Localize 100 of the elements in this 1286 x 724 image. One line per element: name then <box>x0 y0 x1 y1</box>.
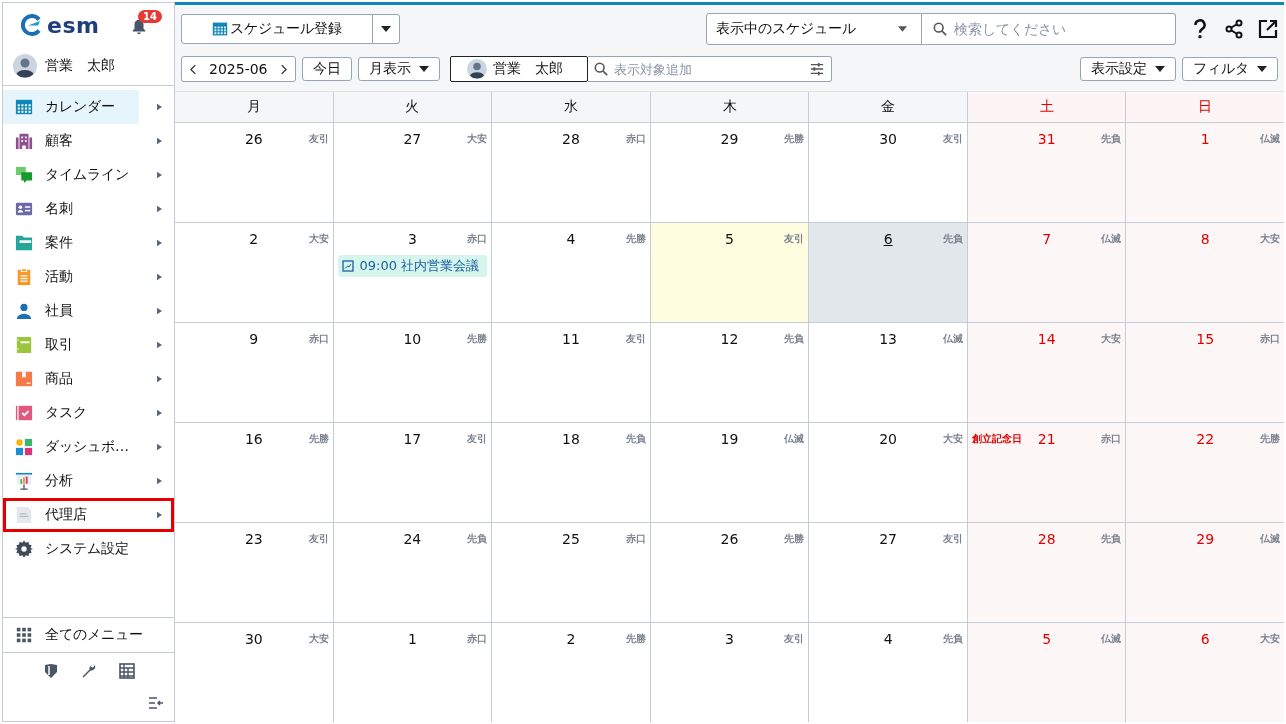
day-cell[interactable]: 3 赤口 09:00 社内営業会議 <box>332 223 492 322</box>
filter-dropdown[interactable]: フィルタ <box>1182 57 1278 81</box>
day-number[interactable]: 1 <box>403 629 421 649</box>
shield-icon[interactable] <box>42 663 59 679</box>
day-number[interactable]: 29 <box>716 129 743 149</box>
day-cell[interactable]: 25 赤口 <box>491 523 650 622</box>
day-cell[interactable]: 創立記念日 21 赤口 <box>966 423 1126 522</box>
day-cell[interactable]: 26 先勝 <box>649 523 809 622</box>
day-number[interactable]: 27 <box>875 529 901 549</box>
day-cell[interactable]: 12 先負 <box>649 323 809 422</box>
day-number[interactable]: 31 <box>1033 129 1060 149</box>
day-cell[interactable]: 24 先負 <box>332 523 492 622</box>
avatar-icon[interactable] <box>13 54 37 78</box>
menu-item[interactable]: 名刺 <box>3 192 174 226</box>
day-cell[interactable]: 3 友引 <box>649 623 809 722</box>
day-number[interactable]: 22 <box>1192 429 1219 449</box>
day-cell[interactable]: 8 大安 <box>1125 223 1285 322</box>
day-number[interactable]: 3 <box>403 229 421 249</box>
previous-month-icon[interactable] <box>190 63 197 75</box>
day-cell[interactable]: 26 友引 <box>175 123 333 222</box>
menu-item[interactable]: 活動 <box>3 260 174 294</box>
day-number[interactable]: 4 <box>879 629 897 649</box>
day-cell[interactable]: 18 先負 <box>491 423 650 522</box>
day-number[interactable]: 20 <box>875 429 901 449</box>
view-dropdown[interactable]: 月表示 <box>357 57 440 81</box>
day-cell[interactable]: 16 先勝 <box>175 423 333 522</box>
day-cell[interactable]: 14 大安 <box>966 323 1126 422</box>
bell-icon[interactable] <box>130 18 148 36</box>
day-number[interactable]: 25 <box>558 529 584 549</box>
day-number[interactable]: 6 <box>1196 629 1214 649</box>
day-number[interactable]: 7 <box>1038 229 1056 249</box>
day-number[interactable]: 26 <box>240 129 267 149</box>
day-number[interactable]: 30 <box>240 629 267 649</box>
day-number[interactable]: 5 <box>1038 629 1056 649</box>
day-number[interactable]: 19 <box>716 429 743 449</box>
day-cell[interactable]: 7 仏滅 <box>966 223 1126 322</box>
day-cell[interactable]: 17 友引 <box>332 423 492 522</box>
day-number[interactable]: 14 <box>1033 329 1060 349</box>
external-link-icon[interactable] <box>1258 19 1278 39</box>
menu-item[interactable]: 案件 <box>3 226 174 260</box>
day-number[interactable]: 6 <box>879 229 897 249</box>
day-number[interactable]: 30 <box>875 129 901 149</box>
search-field[interactable]: 検索してください <box>922 13 1176 45</box>
today-button[interactable]: 今日 <box>301 57 352 81</box>
day-number[interactable]: 29 <box>1192 529 1219 549</box>
day-number[interactable]: 27 <box>399 129 426 149</box>
day-number[interactable]: 9 <box>245 329 263 349</box>
display-settings-dropdown[interactable]: 表示設定 <box>1080 57 1176 81</box>
menu-item[interactable]: ダッシュボ… <box>3 430 174 464</box>
day-number[interactable]: 21 <box>1033 429 1060 449</box>
day-number[interactable]: 16 <box>240 429 267 449</box>
day-cell[interactable]: 28 赤口 <box>491 123 650 222</box>
day-cell[interactable]: 23 友引 <box>175 523 333 622</box>
day-cell[interactable]: 20 大安 <box>808 423 967 522</box>
day-cell[interactable]: 27 友引 <box>808 523 967 622</box>
day-number[interactable]: 10 <box>399 329 426 349</box>
day-cell[interactable]: 28 先負 <box>966 523 1126 622</box>
day-cell[interactable]: 30 友引 <box>808 123 967 222</box>
wrench-icon[interactable] <box>80 663 97 679</box>
day-cell[interactable]: 9 赤口 <box>175 323 333 422</box>
register-schedule-button[interactable]: スケジュール登録 <box>181 14 400 44</box>
day-number[interactable]: 2 <box>245 229 263 249</box>
day-cell[interactable]: 4 先勝 <box>491 223 650 322</box>
day-cell[interactable]: 1 赤口 <box>332 623 492 722</box>
menu-item[interactable]: 社員 <box>3 294 174 328</box>
event-chip[interactable]: 09:00 社内営業会議 <box>337 255 488 277</box>
day-cell[interactable]: 4 先負 <box>808 623 967 722</box>
menu-item[interactable]: 代理店 <box>3 498 174 532</box>
caret-icon[interactable] <box>381 26 391 32</box>
day-number[interactable]: 23 <box>240 529 267 549</box>
menu-item[interactable]: 分析 <box>3 464 174 498</box>
collapse-sidebar-icon[interactable] <box>148 695 164 711</box>
next-month-icon[interactable] <box>279 63 287 75</box>
day-cell[interactable]: 11 友引 <box>491 323 650 422</box>
day-number[interactable]: 26 <box>716 529 743 549</box>
day-cell[interactable]: 2 先勝 <box>491 623 650 722</box>
day-number[interactable]: 11 <box>558 329 584 349</box>
target-search-field[interactable]: 表示対象追加 <box>587 56 832 82</box>
day-cell[interactable]: 2 大安 <box>175 223 333 322</box>
day-number[interactable]: 1 <box>1196 129 1214 149</box>
day-number[interactable]: 24 <box>399 529 426 549</box>
day-cell[interactable]: 30 大安 <box>175 623 333 722</box>
esm-logo[interactable]: esm <box>19 12 100 38</box>
day-number[interactable]: 12 <box>716 329 743 349</box>
day-cell[interactable]: 10 先勝 <box>332 323 492 422</box>
day-cell[interactable]: 22 先勝 <box>1125 423 1285 522</box>
day-cell[interactable]: 6 大安 <box>1125 623 1285 722</box>
menu-item[interactable]: 商品 <box>3 362 174 396</box>
user-name[interactable]: 営業 太郎 <box>45 57 115 75</box>
day-cell[interactable]: 5 友引 <box>649 223 809 322</box>
day-cell[interactable]: 15 赤口 <box>1125 323 1285 422</box>
day-number[interactable]: 3 <box>721 629 738 649</box>
day-cell[interactable]: 19 仏滅 <box>649 423 809 522</box>
share-icon[interactable] <box>1224 19 1244 39</box>
day-number[interactable]: 5 <box>721 229 738 249</box>
sliders-icon[interactable] <box>809 62 824 76</box>
menu-item[interactable]: システム設定 <box>3 532 174 566</box>
day-cell[interactable]: 31 先負 <box>966 123 1126 222</box>
day-cell[interactable]: 29 仏滅 <box>1125 523 1285 622</box>
day-cell[interactable]: 1 仏滅 <box>1125 123 1285 222</box>
